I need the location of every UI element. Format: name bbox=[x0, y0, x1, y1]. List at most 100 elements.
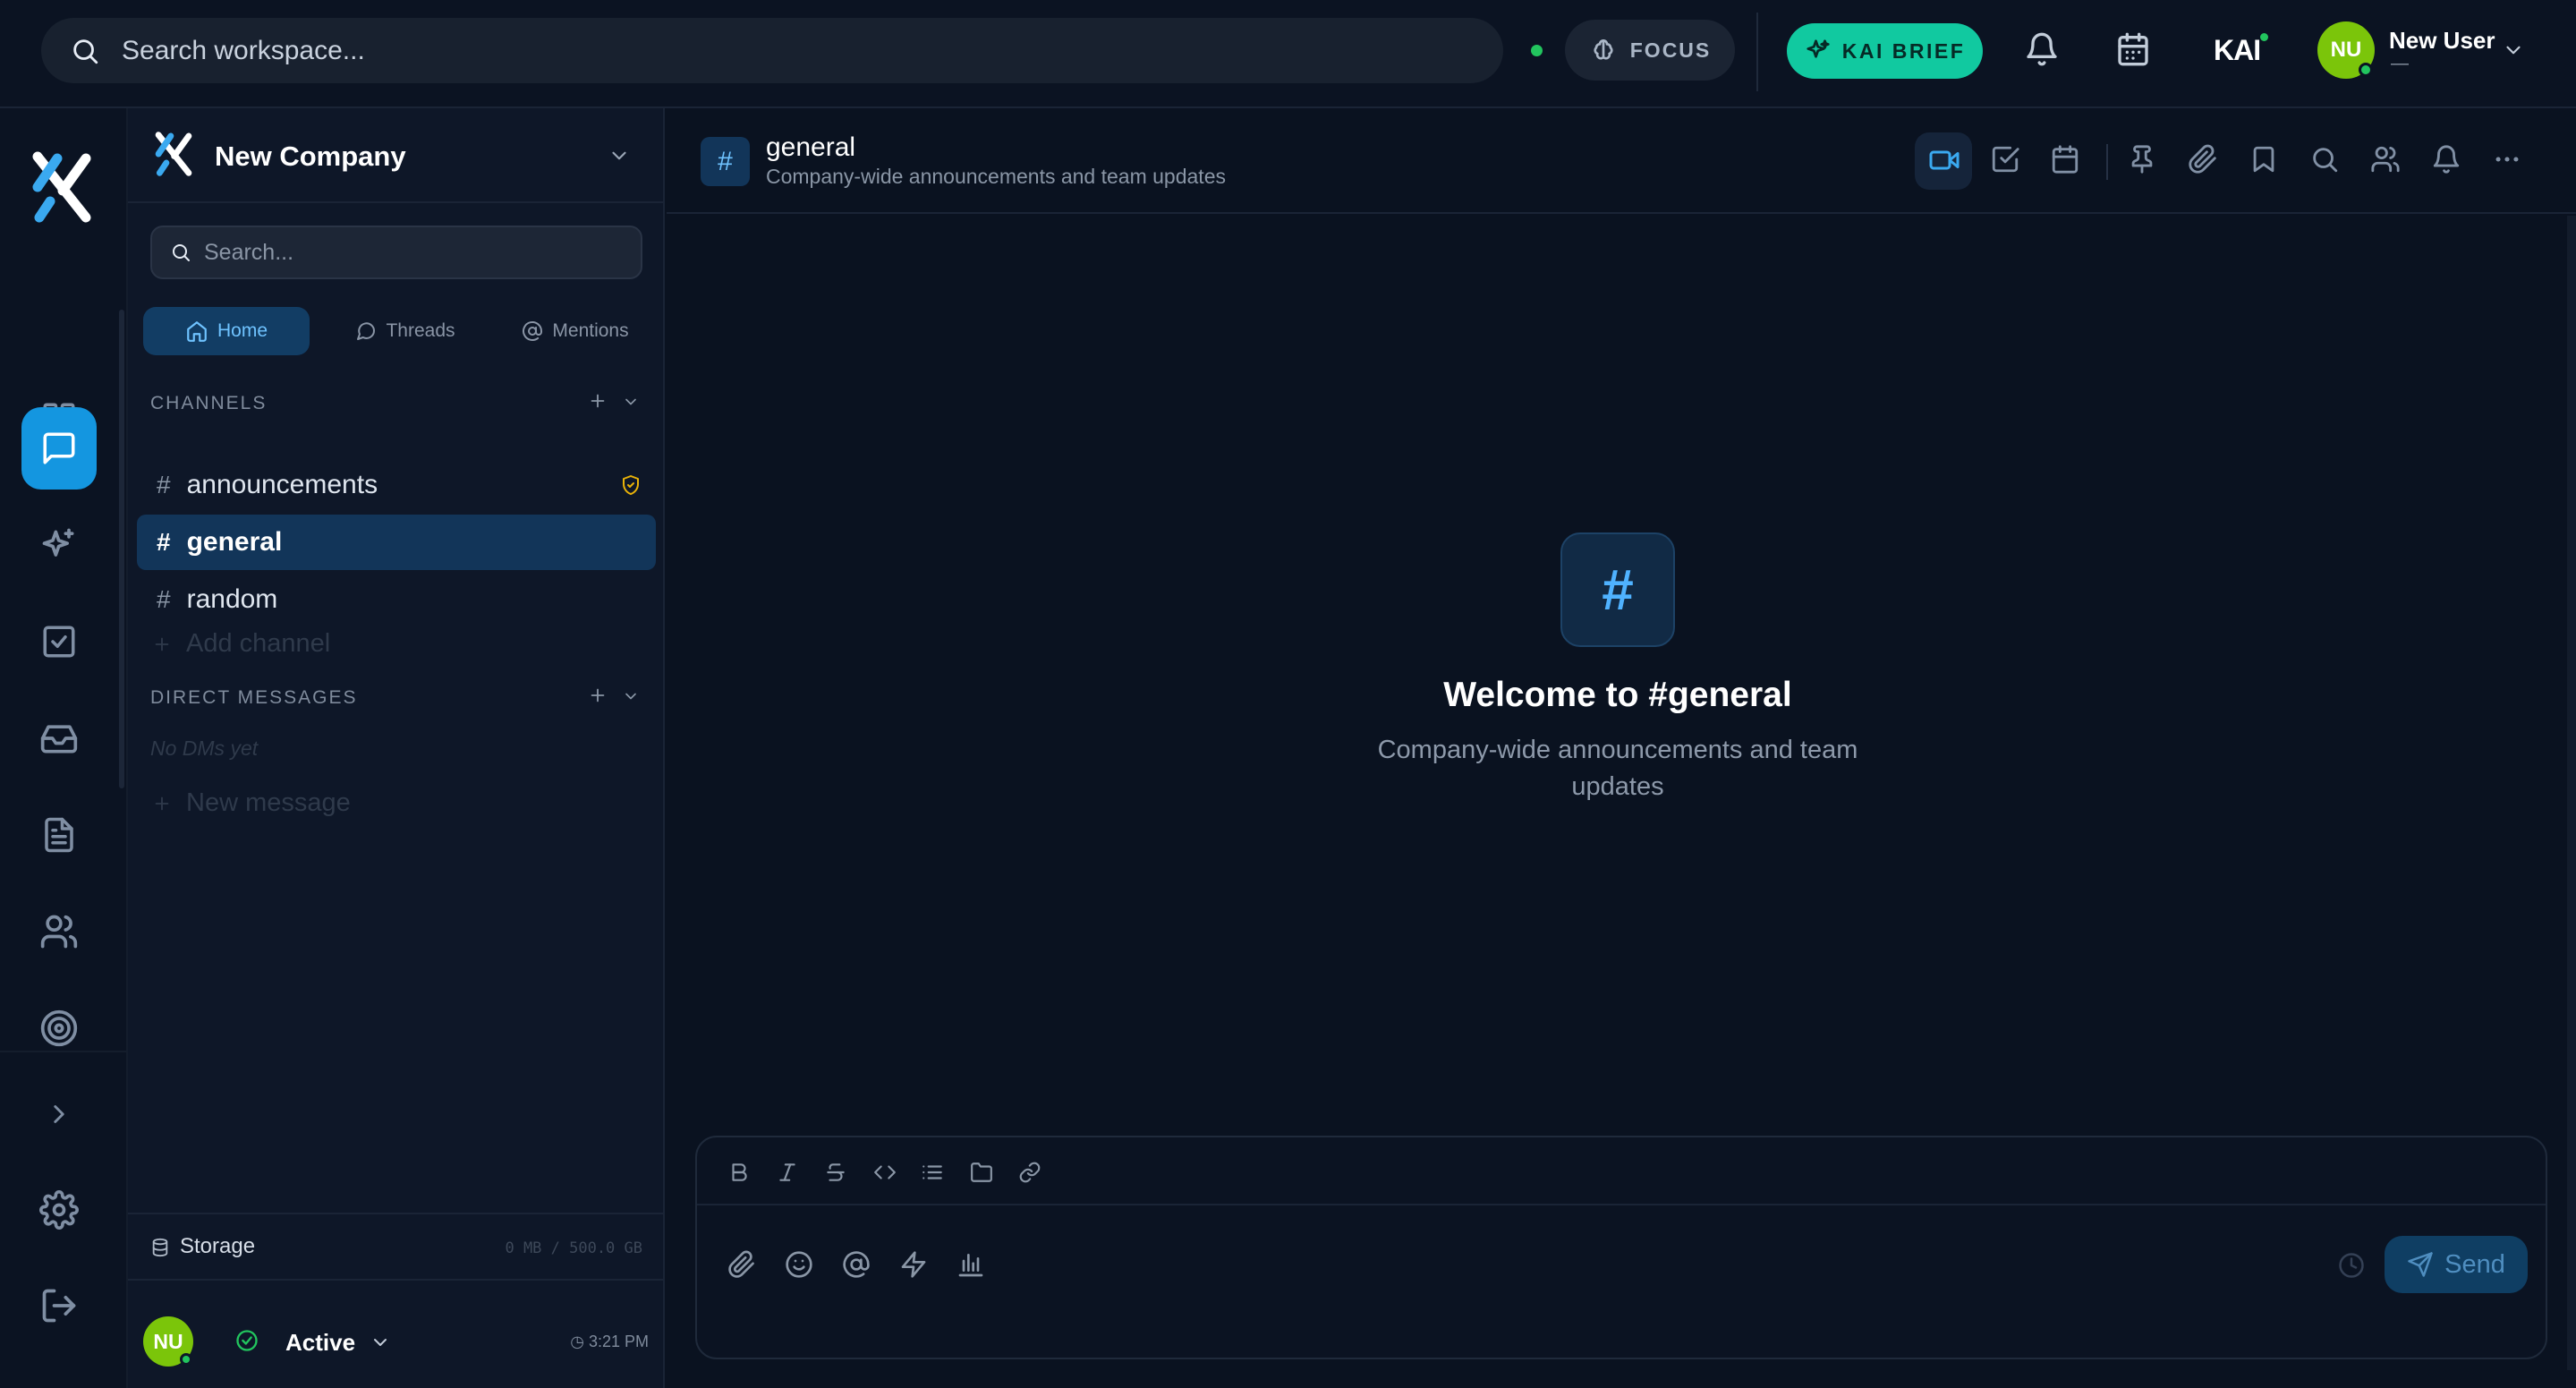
message-composer[interactable]: Send bbox=[695, 1136, 2547, 1359]
channel-item-random[interactable]: # random bbox=[137, 572, 656, 627]
chevron-down-icon[interactable] bbox=[622, 687, 640, 705]
rail-divider bbox=[0, 1051, 128, 1052]
chevron-down-icon[interactable] bbox=[370, 1332, 391, 1353]
hash-icon: # bbox=[157, 471, 171, 498]
code-icon[interactable] bbox=[872, 1161, 897, 1184]
calendar-icon[interactable] bbox=[2050, 144, 2080, 175]
channel-sidebar: New Company Search... Home Threads Menti… bbox=[119, 108, 665, 1388]
at-icon bbox=[522, 320, 543, 342]
video-icon[interactable] bbox=[1928, 144, 1960, 176]
bell-icon[interactable] bbox=[2024, 31, 2060, 67]
bookmark-icon[interactable] bbox=[2249, 144, 2279, 175]
tasks-icon[interactable] bbox=[1990, 144, 2020, 175]
kai-logo[interactable]: KAI bbox=[2214, 34, 2261, 67]
header-divider bbox=[2106, 144, 2108, 180]
add-channel-plus-icon[interactable] bbox=[588, 391, 608, 411]
list-icon[interactable] bbox=[921, 1161, 944, 1184]
lightning-icon[interactable] bbox=[899, 1250, 928, 1279]
search-icon bbox=[170, 242, 191, 263]
workspace-logo-icon bbox=[153, 132, 194, 176]
pin-icon[interactable] bbox=[2127, 144, 2157, 175]
bold-icon[interactable] bbox=[727, 1161, 751, 1184]
tasks-icon[interactable] bbox=[21, 601, 97, 682]
ai-sparkle-icon[interactable] bbox=[21, 505, 97, 585]
plus-icon bbox=[152, 634, 172, 654]
document-icon[interactable] bbox=[21, 795, 97, 875]
messages-icon[interactable] bbox=[21, 407, 97, 490]
add-channel-label: Add channel bbox=[186, 629, 331, 658]
channel-description: Company-wide announcements and team upda… bbox=[766, 165, 1226, 188]
sidebar-scrollbar[interactable] bbox=[119, 310, 124, 788]
strikethrough-icon[interactable] bbox=[824, 1161, 847, 1184]
tab-threads[interactable]: Threads bbox=[325, 307, 486, 355]
chevron-down-icon[interactable] bbox=[622, 393, 640, 411]
avatar-online-dot bbox=[180, 1353, 192, 1366]
workspace-header[interactable]: New Company bbox=[128, 108, 665, 203]
new-message-label: New message bbox=[186, 788, 351, 817]
kai-brief-button[interactable]: KAI BRIEF bbox=[1787, 23, 1983, 79]
brain-icon bbox=[1589, 36, 1618, 64]
paperclip-icon[interactable] bbox=[2188, 144, 2218, 175]
chevron-right-icon[interactable] bbox=[21, 1074, 97, 1154]
app-rail bbox=[0, 108, 128, 1388]
divider bbox=[1756, 13, 1758, 91]
local-time: ◷ 3:21 PM bbox=[570, 1333, 649, 1351]
send-plane-icon bbox=[2407, 1251, 2434, 1278]
add-channel-button[interactable]: Add channel bbox=[152, 629, 330, 659]
mention-at-icon[interactable] bbox=[842, 1250, 871, 1279]
send-label: Send bbox=[2444, 1249, 2505, 1279]
poll-chart-icon[interactable] bbox=[956, 1250, 985, 1279]
channel-header: # general Company-wide announcements and… bbox=[667, 108, 2576, 214]
notification-bell-icon[interactable] bbox=[2431, 144, 2461, 175]
hash-icon: # bbox=[157, 585, 171, 613]
sidebar-search-input[interactable]: Search... bbox=[150, 226, 642, 279]
focus-label: FOCUS bbox=[1629, 38, 1712, 62]
search-icon[interactable] bbox=[2309, 144, 2340, 175]
message-scrollbar[interactable] bbox=[2567, 216, 2576, 1370]
chevron-down-icon[interactable] bbox=[2502, 38, 2525, 62]
home-icon bbox=[185, 319, 208, 343]
new-message-button[interactable]: New message bbox=[152, 788, 351, 818]
sparkle-icon bbox=[1805, 38, 1832, 64]
target-icon[interactable] bbox=[21, 988, 97, 1069]
logout-icon[interactable] bbox=[21, 1265, 97, 1346]
more-options-icon[interactable] bbox=[2492, 144, 2522, 175]
app-logo[interactable] bbox=[30, 151, 93, 223]
channel-title: general bbox=[766, 132, 856, 162]
tab-home[interactable]: Home bbox=[143, 307, 310, 355]
storage-indicator[interactable]: Storage 0 MB / 500.0 GB bbox=[128, 1213, 665, 1281]
link-icon[interactable] bbox=[1017, 1161, 1042, 1184]
emoji-icon[interactable] bbox=[785, 1250, 813, 1279]
shield-icon bbox=[620, 474, 642, 496]
attach-paperclip-icon[interactable] bbox=[727, 1250, 756, 1279]
members-icon[interactable] bbox=[2370, 144, 2401, 175]
settings-gear-icon[interactable] bbox=[21, 1170, 97, 1250]
format-toolbar bbox=[697, 1137, 2546, 1205]
italic-icon[interactable] bbox=[776, 1161, 799, 1184]
status-selector[interactable]: Active bbox=[285, 1329, 355, 1357]
search-placeholder: Search workspace... bbox=[122, 35, 365, 65]
user-name[interactable]: New User bbox=[2389, 27, 2495, 55]
channel-item-announcements[interactable]: # announcements bbox=[137, 457, 656, 513]
add-dm-plus-icon[interactable] bbox=[588, 685, 608, 705]
dm-section-title: DIRECT MESSAGES bbox=[150, 687, 358, 708]
channel-name: random bbox=[186, 584, 278, 614]
tab-mentions[interactable]: Mentions bbox=[495, 307, 656, 355]
folder-icon[interactable] bbox=[969, 1161, 994, 1184]
workspace-name: New Company bbox=[215, 141, 406, 172]
schedule-clock-icon[interactable] bbox=[2338, 1252, 2365, 1279]
user-subtitle: — bbox=[2391, 54, 2409, 73]
send-button[interactable]: Send bbox=[2385, 1236, 2528, 1293]
top-bar: Search workspace... FOCUS KAI BRIEF KAI … bbox=[0, 0, 2576, 108]
workspace-search-input[interactable]: Search workspace... bbox=[41, 18, 1503, 83]
search-icon bbox=[70, 36, 100, 66]
clock-icon: ◷ bbox=[570, 1333, 589, 1350]
inbox-icon[interactable] bbox=[21, 698, 97, 779]
chevron-down-icon[interactable] bbox=[608, 144, 631, 167]
database-icon bbox=[150, 1238, 170, 1257]
focus-button[interactable]: FOCUS bbox=[1565, 20, 1735, 81]
people-icon[interactable] bbox=[21, 891, 97, 972]
calendar-icon[interactable] bbox=[2115, 31, 2151, 67]
hash-icon: # bbox=[157, 528, 171, 556]
channel-item-general[interactable]: # general bbox=[137, 515, 656, 570]
